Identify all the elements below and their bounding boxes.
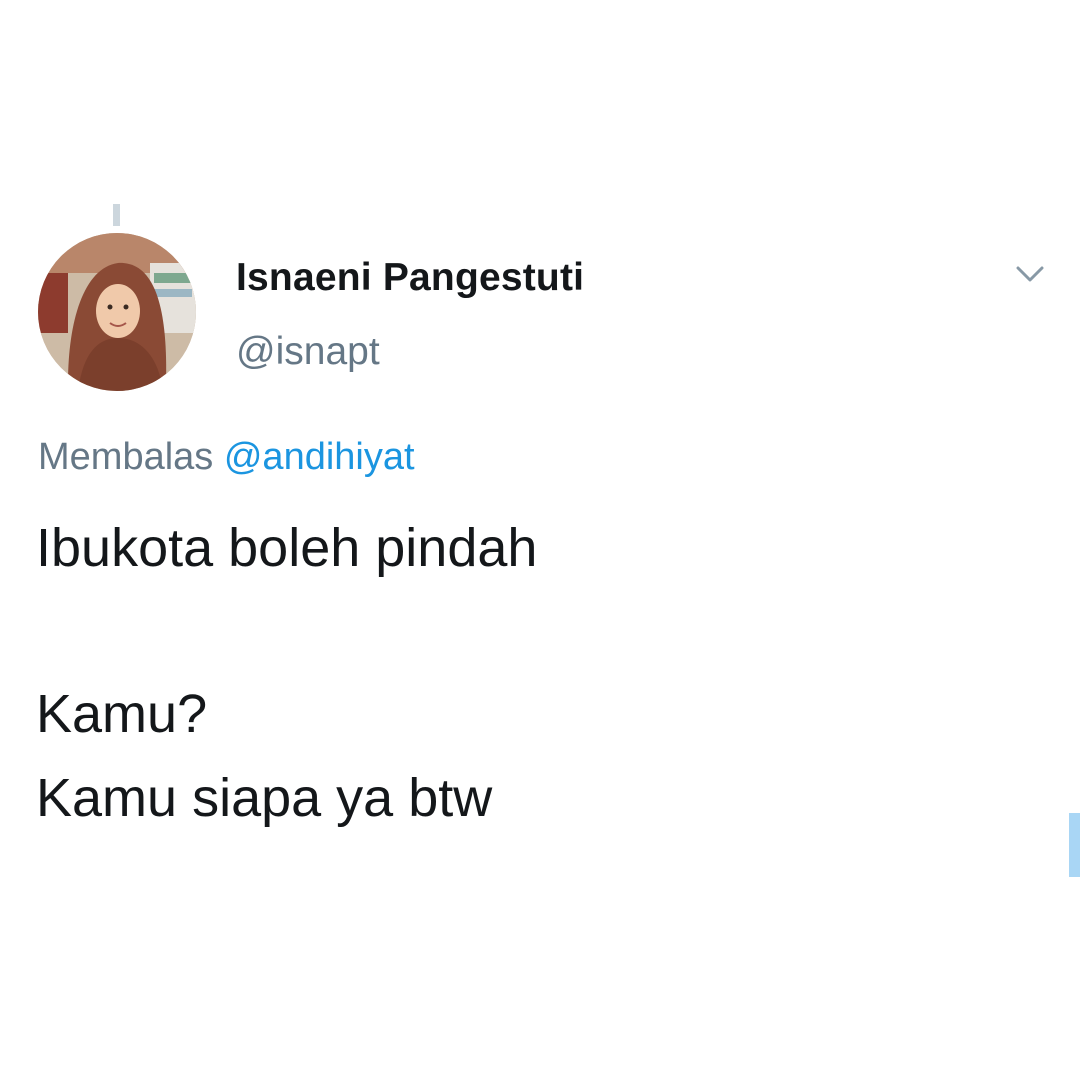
author-display-name[interactable]: Isnaeni Pangestuti bbox=[236, 256, 584, 300]
reply-mention-link[interactable]: @andihiyat bbox=[224, 436, 415, 478]
author-handle[interactable]: @isnapt bbox=[236, 330, 380, 374]
reply-prefix: Membalas bbox=[38, 436, 214, 478]
chevron-down-icon bbox=[1016, 266, 1044, 282]
tweet-text-line: Kamu siapa ya btw bbox=[36, 768, 493, 828]
thread-connector-line bbox=[113, 204, 120, 226]
tweet-text-line: Kamu? bbox=[36, 684, 208, 744]
tweet-menu-button[interactable] bbox=[1010, 258, 1050, 290]
tweet-text-line: Ibukota boleh pindah bbox=[36, 518, 538, 578]
reply-context: Membalas @andihiyat bbox=[38, 436, 415, 479]
avatar[interactable] bbox=[38, 233, 196, 391]
tweet-card[interactable]: Isnaeni Pangestuti @isnapt Membalas @and… bbox=[0, 0, 1080, 1080]
profile-photo-icon bbox=[38, 233, 196, 391]
scrollbar-thumb[interactable] bbox=[1069, 813, 1080, 877]
